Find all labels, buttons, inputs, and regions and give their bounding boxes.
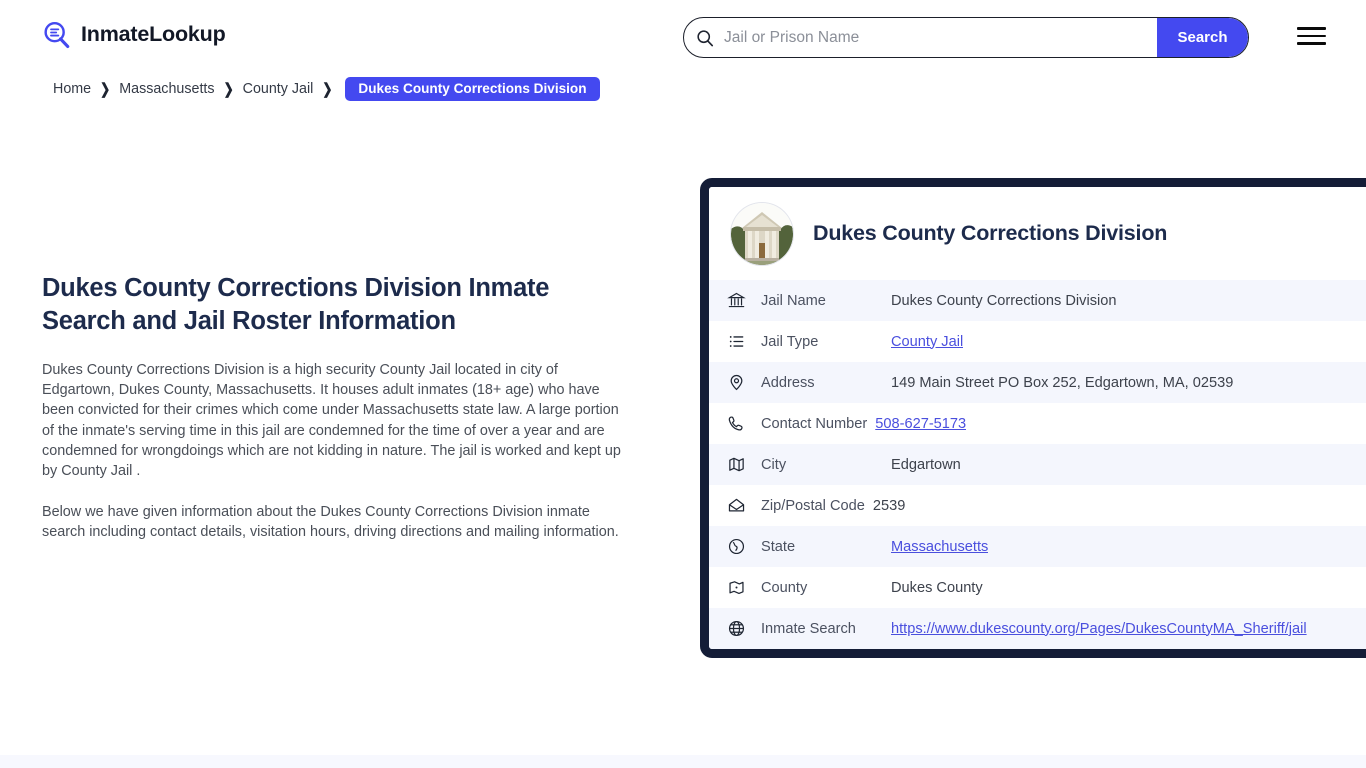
- row-label: Address: [761, 375, 891, 391]
- breadcrumb: Home ❯ Massachusetts ❯ County Jail ❯ Duk…: [53, 77, 600, 101]
- row-label: Zip/Postal Code: [761, 498, 873, 514]
- table-row: Jail Name Dukes County Corrections Divis…: [709, 280, 1366, 321]
- table-row: County Dukes County: [709, 567, 1366, 608]
- table-row: City Edgartown: [709, 444, 1366, 485]
- row-label: Contact Number: [761, 416, 875, 432]
- list-icon: [727, 332, 761, 351]
- pin-icon: [727, 373, 761, 392]
- table-row: State Massachusetts: [709, 526, 1366, 567]
- secondary-paragraph: Below we have given information about th…: [42, 502, 630, 542]
- site-header: InmateLookup Search: [0, 0, 1366, 74]
- hamburger-bar: [1297, 42, 1326, 45]
- logo-text: InmateLookup: [81, 24, 226, 46]
- county-icon: [727, 578, 761, 597]
- search-button[interactable]: Search: [1157, 18, 1248, 57]
- row-value: Dukes County Corrections Division: [891, 293, 1116, 309]
- row-label: County: [761, 580, 891, 596]
- page-root: InmateLookup Search Home ❯ Massachusetts…: [0, 0, 1366, 768]
- search-bar[interactable]: Search: [683, 17, 1249, 58]
- web-icon: [727, 619, 761, 638]
- table-row: Inmate Search https://www.dukescounty.or…: [709, 608, 1366, 649]
- hamburger-menu-icon[interactable]: [1297, 25, 1327, 47]
- bottom-strip: [0, 755, 1366, 768]
- table-row: Zip/Postal Code 2539: [709, 485, 1366, 526]
- row-value: 149 Main Street PO Box 252, Edgartown, M…: [891, 375, 1233, 391]
- article-column: Dukes County Corrections Division Inmate…: [42, 272, 634, 543]
- phone-icon: [727, 414, 761, 433]
- magnifier-list-icon: [42, 20, 72, 50]
- breadcrumb-current: Dukes County Corrections Division: [345, 77, 599, 101]
- breadcrumb-item-state[interactable]: Massachusetts: [119, 81, 214, 97]
- row-value-link[interactable]: https://www.dukescounty.org/Pages/DukesC…: [891, 621, 1307, 637]
- chevron-right-icon: ❯: [100, 82, 110, 97]
- search-input[interactable]: [714, 18, 1157, 57]
- breadcrumb-item-home[interactable]: Home: [53, 81, 91, 97]
- courthouse-photo-avatar: [731, 203, 793, 265]
- search-icon: [684, 29, 714, 47]
- row-label: State: [761, 539, 891, 555]
- row-value: Dukes County: [891, 580, 983, 596]
- row-value: Edgartown: [891, 457, 961, 473]
- jail-info-card: Dukes County Corrections Division Jail N…: [700, 178, 1366, 658]
- chevron-right-icon: ❯: [224, 82, 234, 97]
- card-header: Dukes County Corrections Division: [709, 187, 1366, 280]
- table-row: Address 149 Main Street PO Box 252, Edga…: [709, 362, 1366, 403]
- envelope-icon: [727, 496, 761, 515]
- table-row: Contact Number 508-627-5173: [709, 403, 1366, 444]
- row-label: Jail Name: [761, 293, 891, 309]
- breadcrumb-item-jailtype[interactable]: County Jail: [243, 81, 314, 97]
- intro-paragraph: Dukes County Corrections Division is a h…: [42, 360, 630, 481]
- chevron-right-icon: ❯: [322, 82, 332, 97]
- bank-icon: [727, 291, 761, 310]
- hamburger-bar: [1297, 27, 1326, 30]
- row-value-link[interactable]: 508-627-5173: [875, 416, 966, 432]
- hamburger-bar: [1297, 35, 1326, 38]
- row-label: Inmate Search: [761, 621, 891, 637]
- globe-icon: [727, 537, 761, 556]
- map-icon: [727, 455, 761, 474]
- page-title: Dukes County Corrections Division Inmate…: [42, 272, 634, 338]
- row-value-link[interactable]: Massachusetts: [891, 539, 988, 555]
- site-logo[interactable]: InmateLookup: [42, 20, 226, 50]
- row-label: City: [761, 457, 891, 473]
- row-value: 2539: [873, 498, 905, 514]
- row-label: Jail Type: [761, 334, 891, 350]
- card-title: Dukes County Corrections Division: [813, 221, 1167, 247]
- table-row: Jail Type County Jail: [709, 321, 1366, 362]
- row-value-link[interactable]: County Jail: [891, 334, 963, 350]
